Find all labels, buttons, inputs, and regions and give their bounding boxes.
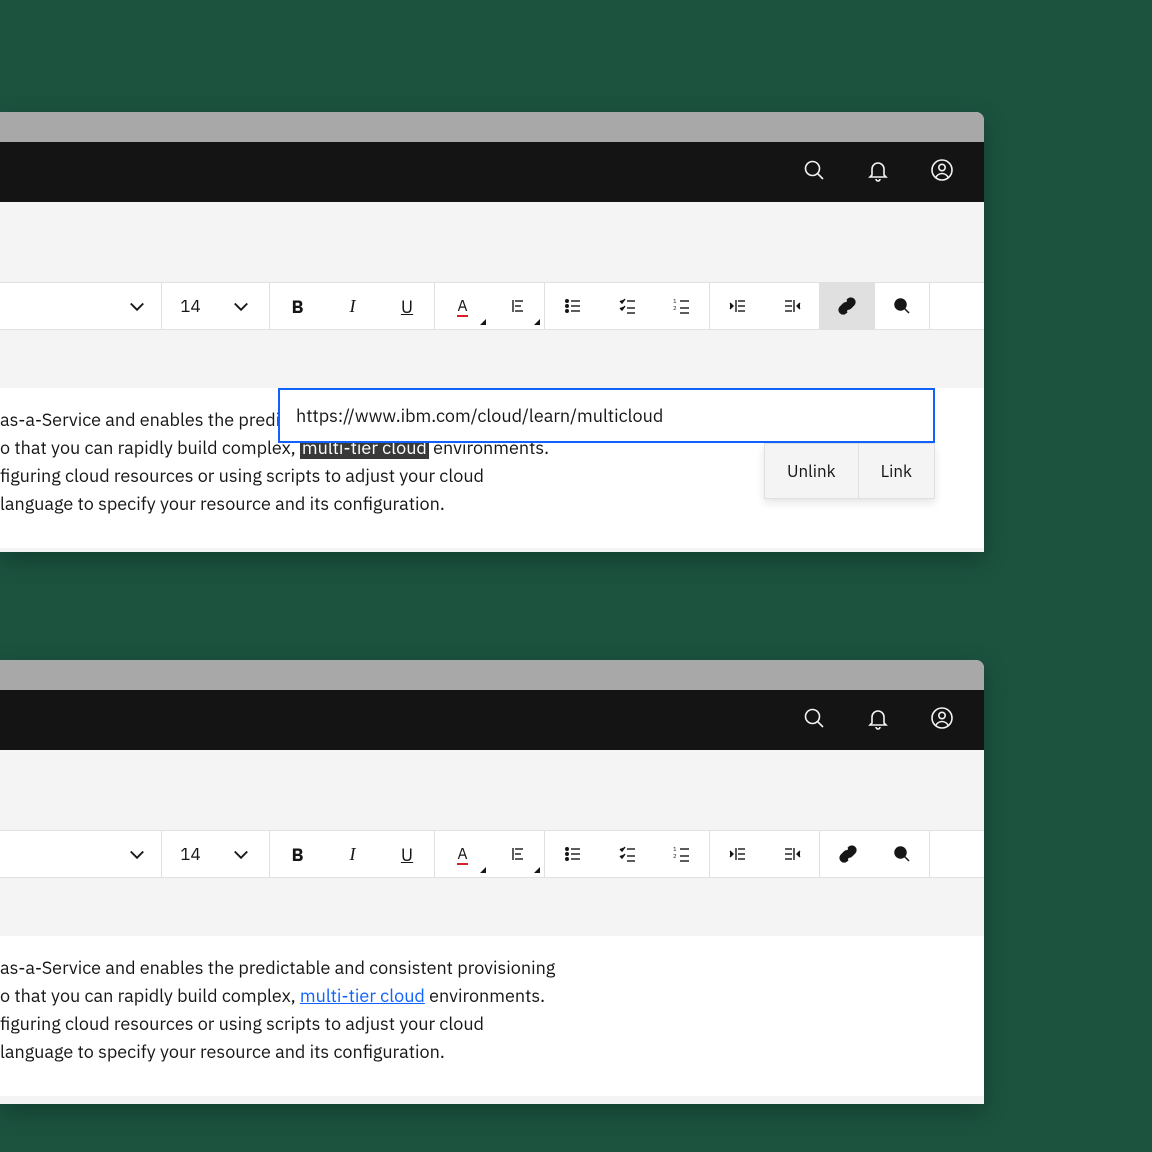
svg-text:2: 2 (673, 304, 677, 312)
svg-text:2: 2 (673, 852, 677, 860)
bold-button[interactable]: B (270, 283, 325, 329)
window-link-result: 14 B I U A 12 as-a-Service and enables t… (0, 660, 984, 1104)
italic-button[interactable]: I (325, 283, 380, 329)
align-button[interactable] (490, 831, 545, 877)
align-button[interactable] (490, 283, 545, 329)
notification-icon[interactable] (866, 158, 890, 187)
notification-icon[interactable] (866, 706, 890, 735)
editor-content[interactable]: as-a-Service and enables the predictable… (0, 936, 984, 1096)
text-color-button[interactable]: A (435, 831, 490, 877)
search-icon[interactable] (802, 158, 826, 187)
underline-button[interactable]: U (380, 283, 435, 329)
find-button[interactable] (875, 831, 930, 877)
link-button-confirm[interactable]: Link (858, 444, 934, 498)
link-button[interactable] (820, 283, 875, 329)
body-line: o that you can rapidly build complex, mu… (0, 982, 984, 1010)
numbered-list-button[interactable]: 12 (655, 283, 710, 329)
font-size-value: 14 (180, 843, 200, 865)
window-link-editing: 14 B I U A 12 as-a-Service and enables t… (0, 112, 984, 552)
link-actions: Unlink Link (764, 443, 935, 499)
editor-content[interactable]: as-a-Service and enables the predictable… (0, 388, 984, 548)
link-button[interactable] (820, 831, 875, 877)
font-size-value: 14 (180, 295, 200, 317)
indent-button[interactable] (710, 283, 765, 329)
body-line: figuring cloud resources or using script… (0, 1010, 984, 1038)
app-header (0, 690, 984, 750)
text-color-button[interactable]: A (435, 283, 490, 329)
window-titlebar (0, 112, 984, 142)
user-avatar-icon[interactable] (930, 158, 954, 187)
editor-toolbar: 14 B I U A 12 (0, 830, 984, 878)
numbered-list-button[interactable]: 12 (655, 831, 710, 877)
search-icon[interactable] (802, 706, 826, 735)
check-list-button[interactable] (600, 831, 655, 877)
outdent-button[interactable] (765, 831, 820, 877)
bullet-list-button[interactable] (545, 831, 600, 877)
outdent-button[interactable] (765, 283, 820, 329)
body-line: language to specify your resource and it… (0, 1038, 984, 1066)
font-dropdown[interactable] (0, 831, 162, 877)
check-list-button[interactable] (600, 283, 655, 329)
body-line: as-a-Service and enables the predictable… (0, 954, 984, 982)
app-header (0, 142, 984, 202)
font-size-dropdown[interactable]: 14 (162, 283, 270, 329)
bullet-list-button[interactable] (545, 283, 600, 329)
window-titlebar (0, 660, 984, 690)
font-size-dropdown[interactable]: 14 (162, 831, 270, 877)
editor-toolbar: 14 B I U A 12 (0, 282, 984, 330)
inserted-link[interactable]: multi-tier cloud (300, 984, 425, 1007)
bold-button[interactable]: B (270, 831, 325, 877)
link-url-input[interactable] (278, 388, 935, 443)
indent-button[interactable] (710, 831, 765, 877)
user-avatar-icon[interactable] (930, 706, 954, 735)
italic-button[interactable]: I (325, 831, 380, 877)
unlink-button[interactable]: Unlink (765, 444, 858, 498)
link-popover: Unlink Link (278, 388, 935, 443)
find-button[interactable] (875, 283, 930, 329)
underline-button[interactable]: U (380, 831, 435, 877)
font-dropdown[interactable] (0, 283, 162, 329)
